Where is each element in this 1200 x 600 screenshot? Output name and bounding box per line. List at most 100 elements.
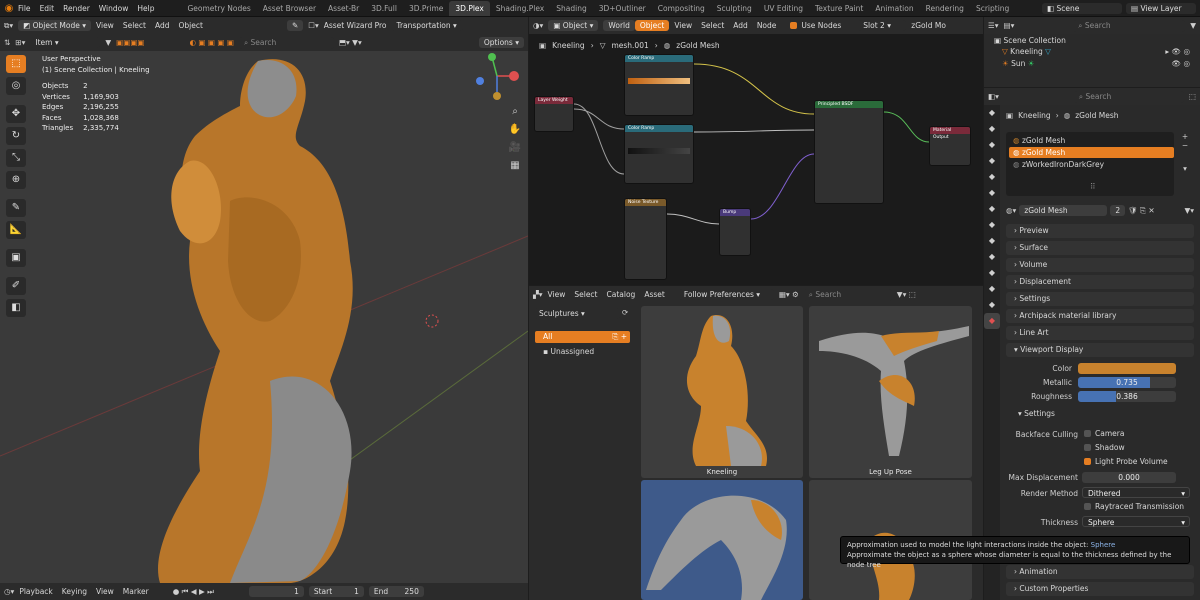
tab-scripting[interactable]: Scripting xyxy=(970,1,1015,16)
collection-icon[interactable]: ◆ xyxy=(984,201,1000,217)
outliner-item-kneeling[interactable]: ▽ Kneeling ▽ ▸ 👁 ◎ xyxy=(1002,47,1194,56)
thickness-select[interactable]: Sphere ▾ xyxy=(1082,516,1190,527)
shader-type-selector[interactable]: ▣ Object ▾ xyxy=(548,20,599,31)
asset-menu-view[interactable]: View xyxy=(548,290,566,299)
data-icon[interactable]: ◆ xyxy=(984,297,1000,313)
current-frame-field[interactable]: 1 xyxy=(248,586,304,597)
menu-help[interactable]: Help xyxy=(137,4,154,13)
asset-menu-select[interactable]: Select xyxy=(574,290,597,299)
record-icon[interactable]: ● ⏮ ◀ ▶ ⏭ xyxy=(173,587,214,597)
metallic-slider[interactable]: 0.735 xyxy=(1078,377,1176,388)
material-slot-1[interactable]: ◍ zGold Mesh xyxy=(1009,135,1171,146)
view-layer-icon[interactable]: ◆ xyxy=(984,153,1000,169)
asset-thumb-leg-up[interactable]: Leg Up Pose xyxy=(809,306,972,478)
world-tab[interactable]: World xyxy=(603,20,635,31)
orientation-selector[interactable]: Item ▾ xyxy=(30,37,101,48)
panel-displacement[interactable]: › Displacement xyxy=(1006,275,1194,289)
viewport-color-swatch[interactable] xyxy=(1078,363,1176,374)
scene-icon[interactable]: ◆ xyxy=(984,169,1000,185)
timeline-menu-view[interactable]: View xyxy=(96,587,114,596)
material-slot-2[interactable]: ◍ zGold Mesh xyxy=(1009,147,1174,158)
asset-thumb-kneeling[interactable]: Kneeling xyxy=(641,306,803,478)
tab-texture-paint[interactable]: Texture Paint xyxy=(809,1,869,16)
object-icon[interactable]: ◆ xyxy=(984,217,1000,233)
material-icon[interactable]: ◆ xyxy=(984,313,1000,329)
asset-menu-catalog[interactable]: Catalog xyxy=(607,290,636,299)
mode-selector[interactable]: ◩ Object Mode ▾ xyxy=(18,20,92,31)
properties-search[interactable]: ⌕ Search xyxy=(1073,90,1184,103)
world-icon[interactable]: ◆ xyxy=(984,185,1000,201)
node-editor-canvas[interactable]: ▣ Kneeling › ▽ mesh.001 › ◍ zGold Mesh Layer … xyxy=(529,34,983,285)
tab-animation[interactable]: Animation xyxy=(869,1,919,16)
start-frame-field[interactable]: Start 1 xyxy=(308,586,364,597)
particles-icon[interactable]: ◆ xyxy=(984,249,1000,265)
pin-icon[interactable]: ⬚ xyxy=(1189,92,1196,101)
asset-search[interactable]: ⌕ Search xyxy=(803,288,892,301)
tab-asset-browser[interactable]: Asset Browser xyxy=(257,1,322,16)
nav-gizmo[interactable] xyxy=(472,51,522,101)
edit-icon[interactable]: ✐ xyxy=(6,277,26,295)
timeline-editor-icon[interactable]: ◷▾ xyxy=(4,587,14,596)
add-cube-icon[interactable]: ▣ xyxy=(6,249,26,267)
panel-settings[interactable]: › Settings xyxy=(1006,292,1194,306)
view-layer-selector[interactable]: ▤ View Layer xyxy=(1126,2,1196,14)
tab-3d-prime[interactable]: 3D.Prime xyxy=(403,1,449,16)
pan-icon[interactable]: ✋ xyxy=(506,124,524,142)
camera-icon[interactable]: 🎥 xyxy=(506,142,524,160)
scale-icon[interactable]: ⤡ xyxy=(6,149,26,167)
modifier-icon[interactable]: ◆ xyxy=(984,233,1000,249)
physics-icon[interactable]: ◆ xyxy=(984,265,1000,281)
material-name[interactable]: zGold Mo xyxy=(911,21,946,30)
slot-menu-icon[interactable]: ▾ xyxy=(1178,164,1192,173)
object-tab[interactable]: Object xyxy=(634,20,670,31)
material-name-field[interactable]: zGold Mesh xyxy=(1019,205,1108,216)
end-frame-field[interactable]: End 250 xyxy=(368,586,424,597)
tab-3d-plex[interactable]: 3D.Plex xyxy=(449,0,490,16)
settings-subpanel[interactable]: ▾ Settings xyxy=(1018,409,1055,418)
asset-wizard-label[interactable]: Asset Wizard Pro xyxy=(324,21,387,30)
menu-file[interactable]: File xyxy=(18,4,31,13)
color-ramp-node-2[interactable]: Color Ramp xyxy=(624,124,694,184)
add-slot-icon[interactable]: + xyxy=(1178,132,1192,141)
material-output-node[interactable]: Material Output xyxy=(929,126,971,166)
panel-preview[interactable]: › Preview xyxy=(1006,224,1194,238)
editor-type-icon[interactable]: ⧉▾ xyxy=(4,21,13,31)
shadow-checkbox[interactable]: Shadow xyxy=(1084,443,1125,452)
panel-line-art[interactable]: › Line Art xyxy=(1006,326,1194,340)
node-menu-node[interactable]: Node xyxy=(757,21,777,30)
viewport-menu-object[interactable]: Object xyxy=(179,21,203,30)
link-icon[interactable]: ▼▾ xyxy=(1184,206,1194,215)
catalog-all[interactable]: All ⎘ + xyxy=(535,331,630,343)
toggle-icon[interactable]: ☐▾ xyxy=(308,21,319,30)
roughness-slider[interactable]: 0.386 xyxy=(1078,391,1176,402)
shade-icon[interactable]: ◧ xyxy=(6,299,26,317)
light-probe-checkbox[interactable]: Light Probe Volume xyxy=(1084,457,1168,466)
outliner-item-sun[interactable]: ☀ Sun ☀ 👁 ◎ xyxy=(1002,59,1194,68)
outliner-type-icon[interactable]: ☰▾ xyxy=(988,21,999,30)
menu-render[interactable]: Render xyxy=(63,4,90,13)
blender-logo-icon[interactable]: ◉ xyxy=(0,3,18,14)
tab-rendering[interactable]: Rendering xyxy=(920,1,970,16)
properties-type-icon[interactable]: ◧▾ xyxy=(988,92,999,101)
panel-viewport-display[interactable]: ▾ Viewport Display xyxy=(1006,343,1194,357)
output-icon[interactable]: ◆ xyxy=(984,137,1000,153)
tab-geometry-nodes[interactable]: Geometry Nodes xyxy=(181,1,256,16)
node-editor-type-icon[interactable]: ◑▾ xyxy=(533,21,543,30)
material-browse-icon[interactable]: ◍▾ xyxy=(1006,206,1016,215)
library-selector[interactable]: Follow Preferences ▾ xyxy=(678,289,774,300)
transform-icon[interactable]: ⊕ xyxy=(6,171,26,189)
panel-archipack-material-library[interactable]: › Archipack material library xyxy=(1006,309,1194,323)
slot-selector[interactable]: Slot 2 ▾ xyxy=(858,20,907,31)
overlay-icons[interactable]: ◐ ▣ ▣ ▣ ▣ xyxy=(190,38,234,47)
filter-icon[interactable]: ▼ xyxy=(105,38,111,47)
viewport-menu-select[interactable]: Select xyxy=(123,21,146,30)
3d-cursor[interactable] xyxy=(425,314,439,328)
max-displacement-field[interactable]: 0.000 xyxy=(1082,472,1176,483)
tab-asset-br[interactable]: Asset-Br xyxy=(322,1,365,16)
remove-slot-icon[interactable]: − xyxy=(1178,141,1192,150)
menu-edit[interactable]: Edit xyxy=(40,4,55,13)
tab-uv-editing[interactable]: UV Editing xyxy=(758,1,809,16)
material-slot-3[interactable]: ◍ zWorkedIronDarkGrey xyxy=(1009,159,1171,170)
timeline-menu-keying[interactable]: Keying xyxy=(62,587,87,596)
grid-icon[interactable]: ▦ xyxy=(506,160,524,178)
